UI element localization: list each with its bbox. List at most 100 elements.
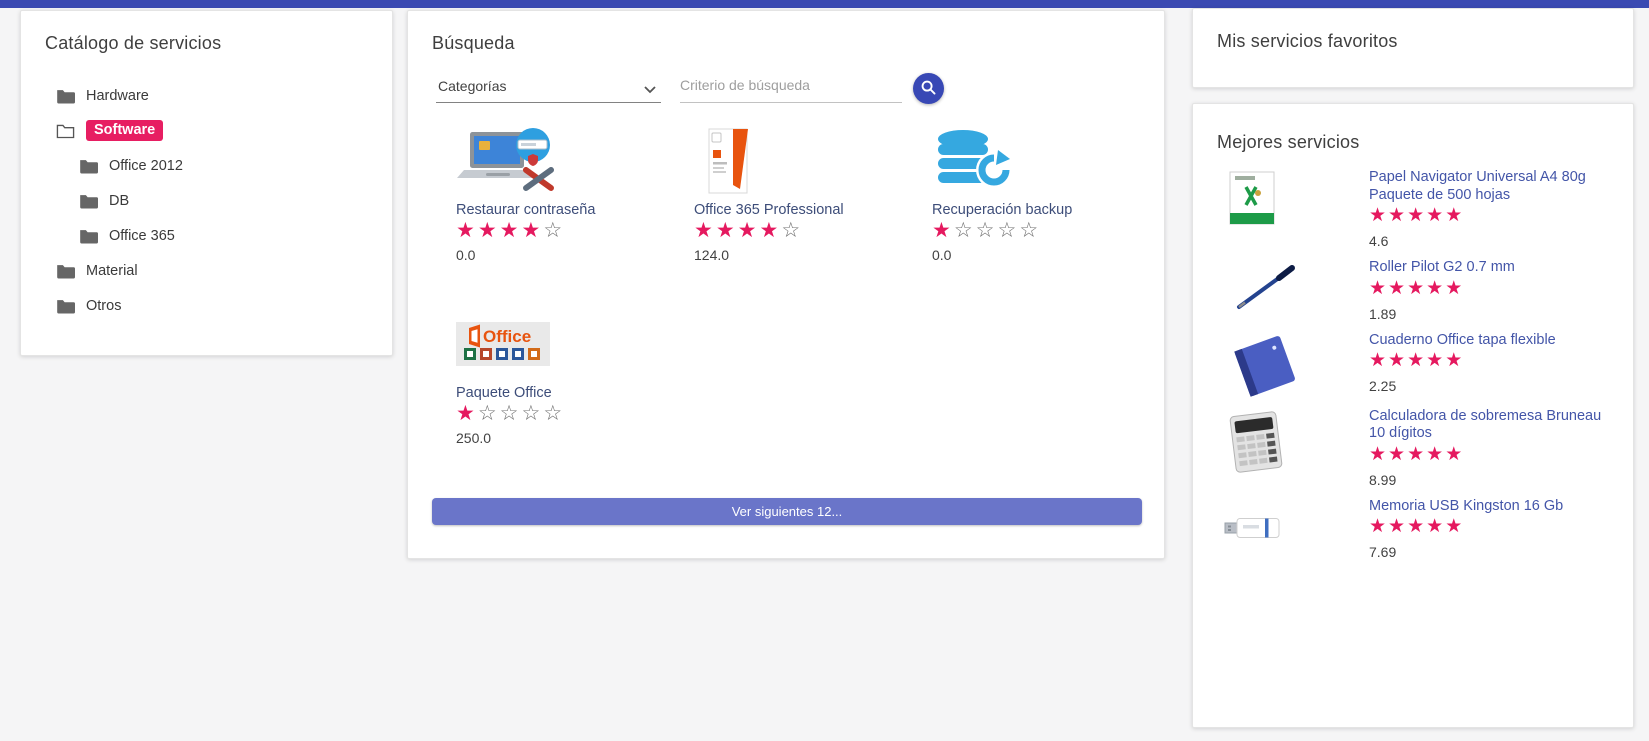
best-service-price: 8.99 (1369, 471, 1397, 488)
tree-item-software[interactable]: Software (21, 113, 392, 148)
catalog-tree: Hardware Software Office 2012 DB Office 365 M… (21, 78, 392, 323)
star-filled-icon: ★ (1369, 276, 1389, 299)
best-service-price: 7.69 (1369, 544, 1397, 560)
star-filled-icon: ★ (1407, 204, 1427, 226)
tree-item-office-365[interactable]: Office 365 (21, 218, 392, 253)
star-filled-icon: ★ (521, 218, 544, 242)
star-filled-icon: ★ (456, 401, 478, 425)
folder-open-icon (56, 122, 75, 139)
restaurar-contrase-a-image[interactable] (456, 126, 694, 196)
best-services-title: Mejores servicios (1217, 132, 1360, 152)
best-service-cuaderno-office-tapa-flexible: Cuaderno Office tapa flexible ★★★★★ 2.25 (1217, 332, 1609, 398)
best-services-list: Papel Navigator Universal A4 80g Paquete… (1193, 167, 1633, 560)
search-input[interactable] (680, 71, 902, 99)
rating-stars: ★★★★★ (1369, 277, 1464, 299)
tree-item-label: Office 365 (109, 227, 175, 244)
category-select[interactable]: Categorías (436, 71, 661, 103)
star-filled-icon: ★ (1426, 349, 1446, 371)
best-service-memoria-usb-kingston-16-gb: Memoria USB Kingston 16 Gb ★★★★★ 7.69 (1217, 498, 1609, 561)
star-empty-icon: ☆ (953, 218, 976, 242)
star-empty-icon: ☆ (997, 218, 1020, 242)
service-title-link[interactable]: Paquete Office (456, 385, 694, 401)
office-365-professional-image[interactable] (694, 126, 932, 196)
best-service-info: Cuaderno Office tapa flexible ★★★★★ 2.25 (1369, 332, 1609, 398)
star-filled-icon: ★ (1407, 442, 1427, 465)
search-title: Búsqueda (432, 33, 515, 53)
service-title-link[interactable]: Recuperación backup (932, 202, 1170, 218)
star-filled-icon: ★ (932, 218, 954, 242)
star-empty-icon: ☆ (521, 401, 544, 425)
best-services-panel: Mejores servicios Papel Navigator Univer… (1192, 103, 1634, 728)
best-service-info: Papel Navigator Universal A4 80g Paquete… (1369, 169, 1609, 249)
page: Catálogo de servicios Hardware Software Of… (0, 0, 1649, 741)
star-filled-icon: ★ (1426, 276, 1446, 299)
service-title-link[interactable]: Office 365 Professional (694, 202, 932, 218)
service-card-office-365-professional: Office 365 Professional ★★★★☆ 124.0 (694, 126, 932, 309)
service-title-link[interactable]: Restaurar contraseña (456, 202, 694, 218)
memoria-usb-kingston-16-gb-image[interactable] (1217, 498, 1369, 561)
tree-item-label: Software (86, 120, 164, 141)
star-empty-icon: ☆ (543, 401, 566, 425)
best-service-title-link[interactable]: Cuaderno Office tapa flexible (1369, 332, 1609, 350)
star-filled-icon: ★ (1369, 442, 1389, 465)
star-empty-icon: ☆ (781, 218, 804, 242)
tree-item-hardware[interactable]: Hardware (21, 78, 392, 113)
best-service-roller-pilot-g2-0-7-mm: Roller Pilot G2 0.7 mm ★★★★★ 1.89 (1217, 259, 1609, 322)
tree-item-material[interactable]: Material (21, 253, 392, 288)
service-price: 124.0 (694, 247, 730, 263)
star-filled-icon: ★ (1445, 515, 1465, 537)
rating-stars: ★☆☆☆☆ (932, 218, 1041, 242)
star-filled-icon: ★ (1369, 204, 1389, 226)
favorites-panel: Mis servicios favoritos (1192, 8, 1634, 88)
star-filled-icon: ★ (759, 218, 782, 242)
tree-item-otros[interactable]: Otros (21, 288, 392, 323)
cuaderno-office-tapa-flexible-image[interactable] (1217, 332, 1369, 398)
service-price: 0.0 (456, 247, 476, 263)
papel-navigator-universal-a4-80g-paquete-de-500-hojas-image[interactable] (1217, 169, 1369, 249)
folder-icon (56, 297, 75, 314)
best-service-title-link[interactable]: Papel Navigator Universal A4 80g Paquete… (1369, 169, 1609, 204)
paquete-office-image[interactable]: Office (456, 309, 694, 379)
search-panel: Búsqueda Categorías Restaurar contraseña… (407, 10, 1165, 559)
star-filled-icon: ★ (1426, 204, 1446, 226)
star-filled-icon: ★ (1369, 515, 1389, 537)
star-filled-icon: ★ (1426, 442, 1446, 465)
folder-icon (79, 157, 98, 174)
best-service-title-link[interactable]: Memoria USB Kingston 16 Gb (1369, 498, 1609, 516)
top-nav-bar (0, 0, 1649, 8)
star-filled-icon: ★ (737, 218, 760, 242)
star-filled-icon: ★ (1369, 349, 1389, 371)
rating-stars: ★★★★★ (1369, 349, 1464, 371)
show-next-button[interactable]: Ver siguientes 12... (432, 498, 1142, 525)
tree-item-db[interactable]: DB (21, 183, 392, 218)
best-service-price: 4.6 (1369, 233, 1389, 249)
star-filled-icon: ★ (1388, 515, 1408, 537)
search-button[interactable] (913, 73, 944, 104)
folder-icon (79, 192, 98, 209)
calculadora-de-sobremesa-bruneau-10-d-gitos-image[interactable] (1217, 408, 1369, 488)
tree-item-label: Material (86, 262, 138, 279)
best-service-title-link[interactable]: Calculadora de sobremesa Bruneau 10 dígi… (1369, 408, 1609, 443)
recuperaci-n-backup-image[interactable] (932, 126, 1170, 196)
rating-stars: ★☆☆☆☆ (456, 401, 565, 425)
folder-icon (56, 87, 75, 104)
star-filled-icon: ★ (477, 218, 500, 242)
catalog-panel: Catálogo de servicios Hardware Software Of… (20, 10, 393, 356)
category-select-value: Categorías (438, 78, 507, 94)
folder-icon (79, 227, 98, 244)
rating-stars: ★★★★★ (1369, 515, 1464, 537)
best-service-title-link[interactable]: Roller Pilot G2 0.7 mm (1369, 259, 1609, 277)
best-service-info: Roller Pilot G2 0.7 mm ★★★★★ 1.89 (1369, 259, 1609, 322)
roller-pilot-g2-0-7-mm-image[interactable] (1217, 259, 1369, 322)
tree-item-office-2012[interactable]: Office 2012 (21, 148, 392, 183)
service-price: 0.0 (932, 247, 952, 263)
rating-stars: ★★★★★ (1369, 443, 1464, 465)
star-filled-icon: ★ (715, 218, 738, 242)
catalog-title: Catálogo de servicios (45, 33, 222, 53)
star-empty-icon: ☆ (975, 218, 998, 242)
best-service-price: 1.89 (1369, 305, 1397, 322)
tree-item-label: Hardware (86, 87, 149, 104)
star-empty-icon: ☆ (499, 401, 522, 425)
rating-stars: ★★★★★ (1369, 204, 1464, 226)
folder-icon (56, 262, 75, 279)
